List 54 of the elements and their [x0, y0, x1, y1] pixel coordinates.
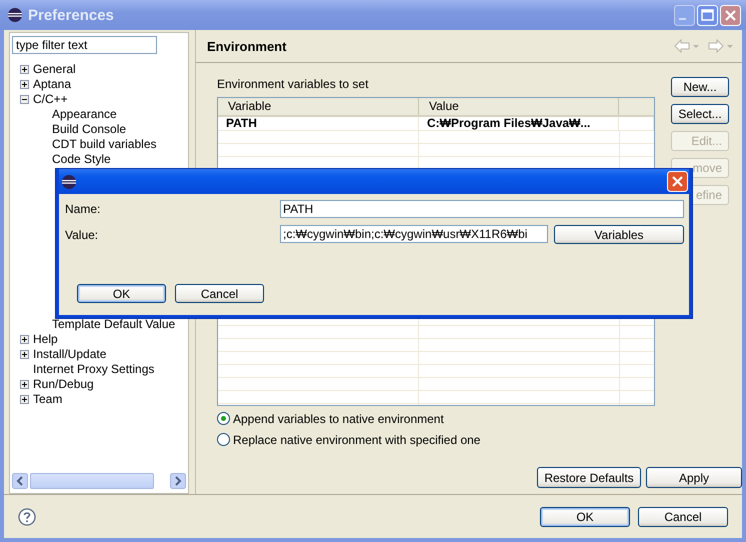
filter-field[interactable]: type filter text [12, 36, 157, 54]
close-button[interactable] [667, 171, 688, 192]
expander-icon[interactable] [20, 395, 29, 404]
tree-item[interactable]: General [33, 62, 76, 77]
radio-label[interactable]: Replace native environment with specified one [233, 432, 480, 446]
apply-button[interactable]: Apply [646, 467, 742, 488]
table-cell: PATH [218, 117, 419, 130]
dialog-button[interactable]: OK [540, 506, 630, 526]
tree-item[interactable]: CDT build variables [52, 137, 156, 152]
side-button[interactable]: New... [671, 77, 729, 97]
expander-icon[interactable] [20, 80, 29, 89]
tree-item[interactable]: Install/Update [33, 347, 106, 362]
input-field[interactable]: PATH [280, 200, 684, 218]
tree-item[interactable]: Team [33, 392, 62, 407]
eclipse-icon [61, 174, 77, 190]
tree-item[interactable]: Aptana [33, 77, 72, 92]
tree-item[interactable]: Code Style [52, 152, 111, 167]
expander-icon[interactable] [20, 335, 29, 344]
restore-defaults-button[interactable]: Restore Defaults [537, 467, 641, 488]
expander-icon[interactable] [20, 380, 29, 389]
dialog-button[interactable]: OK [77, 284, 166, 303]
column-header[interactable]: Value [419, 98, 619, 115]
dialog-button[interactable]: Cancel [175, 284, 264, 303]
page-title: Environment [207, 38, 288, 54]
scroll-left-icon[interactable] [12, 473, 28, 489]
maximize-button[interactable] [697, 4, 718, 26]
tree-item[interactable]: C/C++ [33, 92, 68, 107]
side-button[interactable]: Select... [671, 104, 729, 124]
scroll-right-icon[interactable] [170, 473, 186, 489]
tree-item[interactable]: Internet Proxy Settings [33, 362, 154, 377]
radio-button[interactable] [217, 433, 230, 446]
field-label: Name: [64, 202, 102, 216]
variables-button[interactable]: Variables [554, 225, 684, 244]
radio-label[interactable]: Append variables to native environment [233, 412, 444, 426]
expander-icon[interactable] [20, 65, 29, 74]
tree-item[interactable]: Run/Debug [33, 377, 94, 392]
dialog-button[interactable]: Cancel [638, 506, 728, 526]
tree-item[interactable]: Help [33, 332, 58, 347]
tree-item[interactable]: Build Console [52, 122, 126, 137]
window-title: Preferences [28, 6, 115, 24]
eclipse-icon [7, 7, 23, 23]
expander-icon[interactable] [20, 350, 29, 359]
field-label: Value: [64, 228, 100, 242]
horizontal-scrollbar[interactable] [12, 473, 186, 489]
tree-item[interactable]: Appearance [52, 107, 117, 122]
tree-item[interactable]: Template Default Value [52, 317, 176, 332]
table-cell: C:₩Program Files₩Java₩... [419, 117, 619, 130]
column-header[interactable]: Variable [218, 98, 419, 115]
help-icon[interactable] [18, 508, 36, 526]
table-label: Environment variables to set [217, 77, 370, 92]
input-field[interactable]: ;c:₩cygwin₩bin;c:₩cygwin₩usr₩X11R6₩bi [280, 225, 548, 243]
radio-button[interactable] [217, 412, 230, 425]
close-button[interactable] [720, 4, 741, 26]
expander-icon[interactable] [20, 95, 29, 104]
